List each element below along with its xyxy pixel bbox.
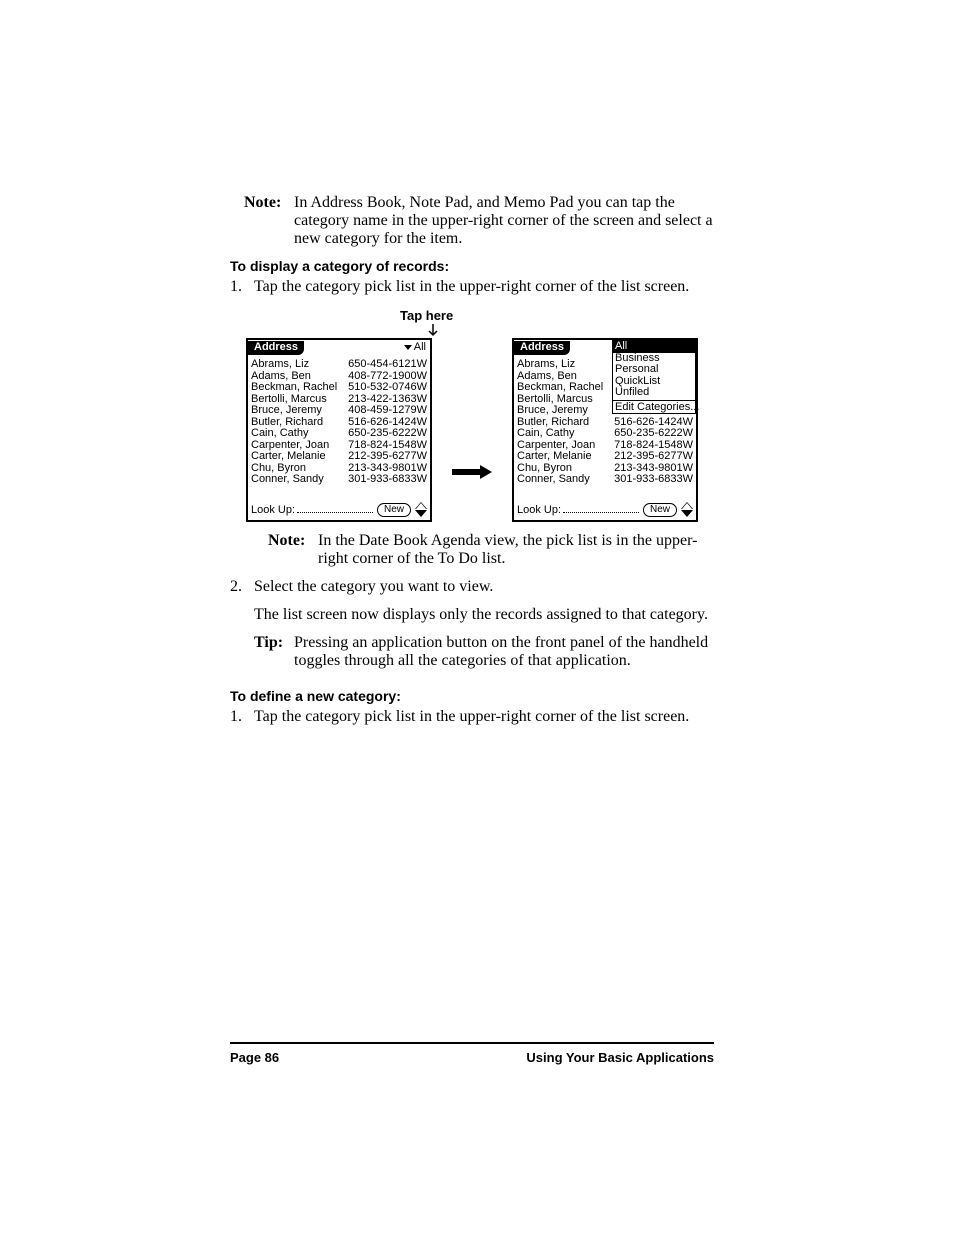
note-label: Note: [244,194,294,248]
list-item[interactable]: Conner, Sandy301-933-6833W [517,474,693,486]
step: 1. Tap the category pick list in the upp… [230,278,714,306]
app-title: Address [514,341,570,355]
lookup-label: Look Up: [251,505,295,517]
app-title: Address [248,341,304,355]
category-current: All [414,342,426,354]
note-block: Note: In the Date Book Agenda view, the … [268,532,714,568]
scroll-down-icon[interactable] [681,510,693,517]
dropdown-item-all[interactable]: All [613,341,695,353]
screen-footer: Look Up: New [248,500,430,520]
tap-arrow-icon [428,324,438,338]
list-item[interactable]: Conner, Sandy301-933-6833W [251,474,427,486]
list-item[interactable]: Beckman, Rachel510-532-0746W [251,382,427,394]
dropdown-icon [404,345,412,350]
step-text: The list screen now displays only the re… [254,606,714,624]
titlebar: Address All [248,340,430,356]
lookup-field[interactable]: Look Up: [517,502,639,517]
heading-define-category: To define a new category: [230,688,714,704]
step-number: 2. [230,578,254,680]
heading-display-category: To display a category of records: [230,258,714,274]
tip-label: Tip: [254,634,294,670]
address-screen-open: Address All Business Personal QuickList … [512,338,698,522]
step-text: Select the category you want to view. [254,578,714,596]
step-body: Tap the category pick list in the upper-… [254,278,714,306]
page-number: Page 86 [230,1050,279,1065]
step-text: Tap the category pick list in the upper-… [254,708,714,726]
new-button[interactable]: New [643,503,677,517]
list-item[interactable]: Abrams, Liz650-454-6121W [251,359,427,371]
tap-here-label: Tap here [400,308,453,323]
scroll-up-icon[interactable] [415,502,427,509]
scroll-down-icon[interactable] [415,510,427,517]
note-label: Note: [268,532,318,568]
dropdown-item-unfiled[interactable]: Unfiled [613,387,695,399]
step-number: 1. [230,278,254,306]
note-text: In the Date Book Agenda view, the pick l… [318,532,714,568]
address-screen-closed: Address All Abrams, Liz650-454-6121W Ada… [246,338,432,522]
step-text: Tap the category pick list in the upper-… [254,278,714,296]
note-text: In Address Book, Note Pad, and Memo Pad … [294,194,714,248]
arrow-right-icon [452,465,492,479]
figure: Tap here Address All Abrams, Liz650-454-… [230,312,714,522]
tip-block: Tip: Pressing an application button on t… [254,634,714,670]
step-number: 1. [230,708,254,736]
tip-text: Pressing an application button on the fr… [294,634,714,670]
contact-list[interactable]: Abrams, Liz650-454-6121W Adams, Ben408-7… [248,356,430,500]
category-picklist[interactable]: All [404,342,430,354]
step-body: Select the category you want to view. Th… [254,578,714,680]
lookup-input[interactable] [297,502,373,513]
scroll-up-icon[interactable] [681,502,693,509]
lookup-label: Look Up: [517,505,561,517]
section-title: Using Your Basic Applications [526,1050,714,1065]
scroll-arrows[interactable] [415,502,427,517]
dropdown-item-edit[interactable]: Edit Categories... [613,400,695,414]
lookup-field[interactable]: Look Up: [251,502,373,517]
step-body: Tap the category pick list in the upper-… [254,708,714,736]
list-item[interactable]: Bruce, Jeremy408-459-1279W [251,405,427,417]
category-dropdown[interactable]: All Business Personal QuickList Unfiled … [612,340,696,414]
screen-footer: Look Up: New [514,500,696,520]
scroll-arrows[interactable] [681,502,693,517]
page: Note: In Address Book, Note Pad, and Mem… [0,0,954,1235]
step: 1. Tap the category pick list in the upp… [230,708,714,736]
dropdown-item-personal[interactable]: Personal [613,364,695,376]
new-button[interactable]: New [377,503,411,517]
note-block: Note: In Address Book, Note Pad, and Mem… [244,194,714,248]
step: 2. Select the category you want to view.… [230,578,714,680]
page-footer: Page 86 Using Your Basic Applications [230,1042,714,1065]
lookup-input[interactable] [563,502,639,513]
